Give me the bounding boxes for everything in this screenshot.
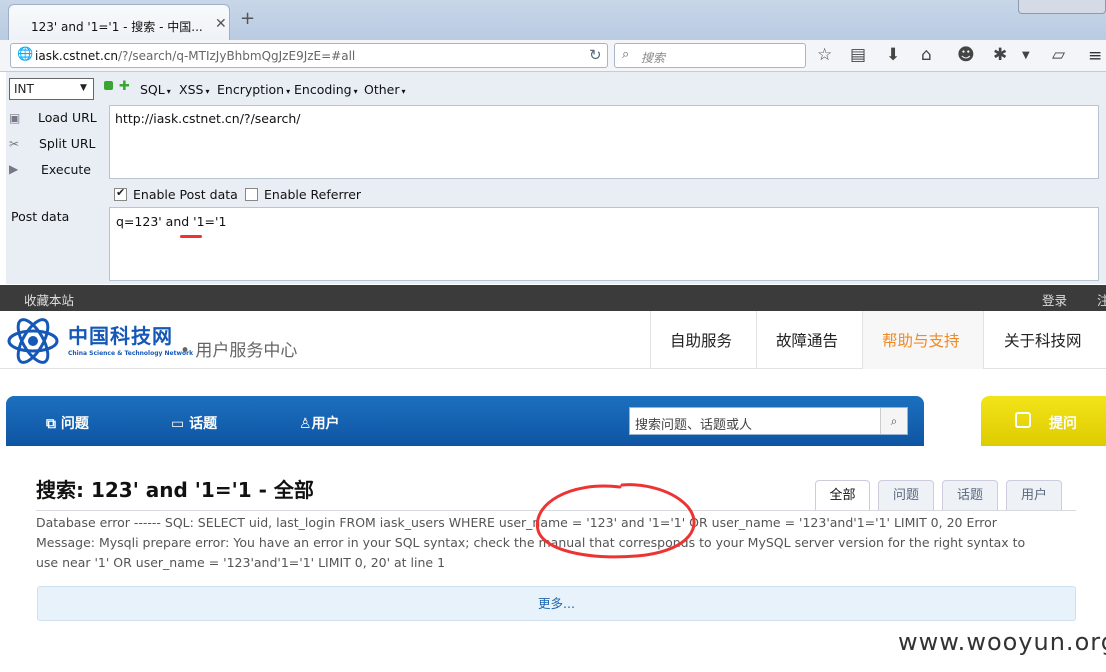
- hackbar-url-textarea[interactable]: http://iask.cstnet.cn/?/search/: [109, 105, 1099, 179]
- nav-users-label: 用户: [311, 416, 340, 432]
- site-search-input[interactable]: 搜索问题、话题或人 ⌕: [629, 407, 908, 435]
- url-text: iask.cstnet.cn/?/search/q-MTIzJyBhbmQgJz…: [35, 49, 355, 63]
- increase-icon[interactable]: ✚: [119, 79, 130, 94]
- annotation-underline: [180, 235, 202, 238]
- decrease-icon[interactable]: [104, 81, 113, 90]
- menu-sql[interactable]: SQL: [140, 82, 171, 97]
- tab-title: 123' and '1='1 - 搜索 - 中国...: [31, 20, 203, 34]
- nav-questions-label: 问题: [60, 416, 89, 432]
- notes-icon[interactable]: ▱: [1052, 45, 1065, 65]
- load-url-button[interactable]: Load URL: [38, 110, 97, 125]
- star-icon[interactable]: ☆: [817, 45, 832, 65]
- execute-button[interactable]: Execute: [41, 162, 91, 177]
- tab-users[interactable]: 用户: [1006, 480, 1062, 511]
- type-select-value: INT: [14, 82, 34, 96]
- register-link[interactable]: 注: [1097, 290, 1106, 309]
- site-info-icon[interactable]: 🌐: [17, 47, 33, 62]
- menu-encryption[interactable]: Encryption: [217, 82, 290, 97]
- browser-search-input[interactable]: ⌕ 搜索: [614, 43, 806, 68]
- site-search-placeholder: 搜索问题、话题或人: [635, 418, 753, 433]
- page-title: 搜索: 123' and '1='1 - 全部: [36, 478, 314, 502]
- tab-questions[interactable]: 问题: [878, 480, 934, 511]
- window-controls[interactable]: [1018, 0, 1106, 14]
- watermark: www.wooyun.org: [898, 628, 1106, 656]
- user-icon: ♙: [299, 416, 312, 432]
- smiley-icon[interactable]: ☻: [957, 45, 975, 65]
- dropdown-icon[interactable]: ▼: [1022, 50, 1030, 61]
- enable-post-label: Enable Post data: [133, 187, 238, 202]
- search-placeholder: 搜索: [641, 51, 666, 65]
- close-tab-icon[interactable]: ✕: [215, 16, 227, 32]
- url-path: /?/search/q-MTIzJyBhbmQgJzE9JzE=#all: [117, 49, 356, 63]
- reload-icon[interactable]: ↻: [589, 46, 602, 64]
- nav-users[interactable]: ♙用户: [299, 413, 340, 433]
- topic-icon: ▭: [171, 416, 185, 432]
- type-select[interactable]: INT ▼: [9, 78, 94, 100]
- search-icon[interactable]: ⌕: [880, 408, 907, 434]
- post-data-label: Post data: [11, 209, 70, 224]
- tab-all[interactable]: 全部: [815, 480, 870, 511]
- login-link[interactable]: 登录: [1042, 290, 1067, 309]
- enable-post-checkbox[interactable]: ✔: [114, 186, 127, 201]
- nav-topics[interactable]: ▭ 话题: [171, 413, 217, 433]
- enable-referrer-label: Enable Referrer: [264, 187, 362, 202]
- url-bar[interactable]: 🌐 iask.cstnet.cn/?/search/q-MTIzJyBhbmQg…: [10, 43, 608, 68]
- nav-about-label[interactable]: 关于科技网: [1004, 329, 1082, 351]
- logo-icon[interactable]: [5, 318, 65, 364]
- menu-other[interactable]: Other: [364, 82, 406, 97]
- new-tab-button[interactable]: +: [240, 8, 255, 29]
- favorite-link[interactable]: 收藏本站: [24, 290, 74, 309]
- split-url-icon: ✂: [9, 137, 20, 151]
- menu-encoding[interactable]: Encoding: [294, 82, 358, 97]
- home-icon[interactable]: ⌂: [921, 45, 932, 65]
- hackbar-url-value: http://iask.cstnet.cn/?/search/: [115, 111, 301, 126]
- logo-text: 中国科技网: [68, 324, 173, 348]
- enable-referrer-checkbox[interactable]: [245, 188, 258, 201]
- logo-subtext: China Science & Technology Network: [68, 350, 194, 357]
- edit-icon: [1015, 412, 1031, 428]
- annotation-circle: [535, 483, 696, 559]
- nav-help-support-label[interactable]: 帮助与支持: [882, 329, 960, 351]
- firebug-icon[interactable]: ✱: [993, 45, 1007, 65]
- ask-button[interactable]: [981, 396, 1106, 446]
- bookmarks-icon[interactable]: ▤: [850, 45, 866, 65]
- nav-fault-notice-label[interactable]: 故障通告: [776, 329, 838, 351]
- execute-icon: ▶: [9, 162, 19, 176]
- search-icon: ⌕: [622, 47, 630, 62]
- menu-xss[interactable]: XSS: [179, 82, 209, 97]
- ask-button-label[interactable]: 提问: [1049, 413, 1077, 433]
- chevron-down-icon: ▼: [80, 83, 87, 93]
- browser-tab[interactable]: 123' and '1='1 - 搜索 - 中国... ✕: [8, 4, 230, 40]
- post-data-value: q=123' and '1='1: [116, 214, 227, 229]
- page-subtitle: • 用户服务中心: [180, 341, 298, 361]
- question-icon: ⧉: [46, 416, 56, 432]
- nav-topics-label: 话题: [189, 416, 218, 432]
- more-button[interactable]: 更多...: [37, 586, 1076, 621]
- download-icon[interactable]: ⬇: [886, 45, 900, 65]
- load-url-icon: ▣: [9, 111, 21, 125]
- nav-self-service-label[interactable]: 自助服务: [670, 329, 732, 351]
- split-url-button[interactable]: Split URL: [39, 136, 96, 151]
- post-data-textarea[interactable]: q=123' and '1='1: [109, 207, 1099, 281]
- tab-topics[interactable]: 话题: [942, 480, 998, 511]
- url-domain: iask.cstnet.cn: [35, 49, 118, 63]
- nav-questions[interactable]: ⧉ 问题: [46, 413, 89, 433]
- site-top-bar: [0, 285, 1106, 311]
- menu-icon[interactable]: ≡: [1088, 46, 1102, 66]
